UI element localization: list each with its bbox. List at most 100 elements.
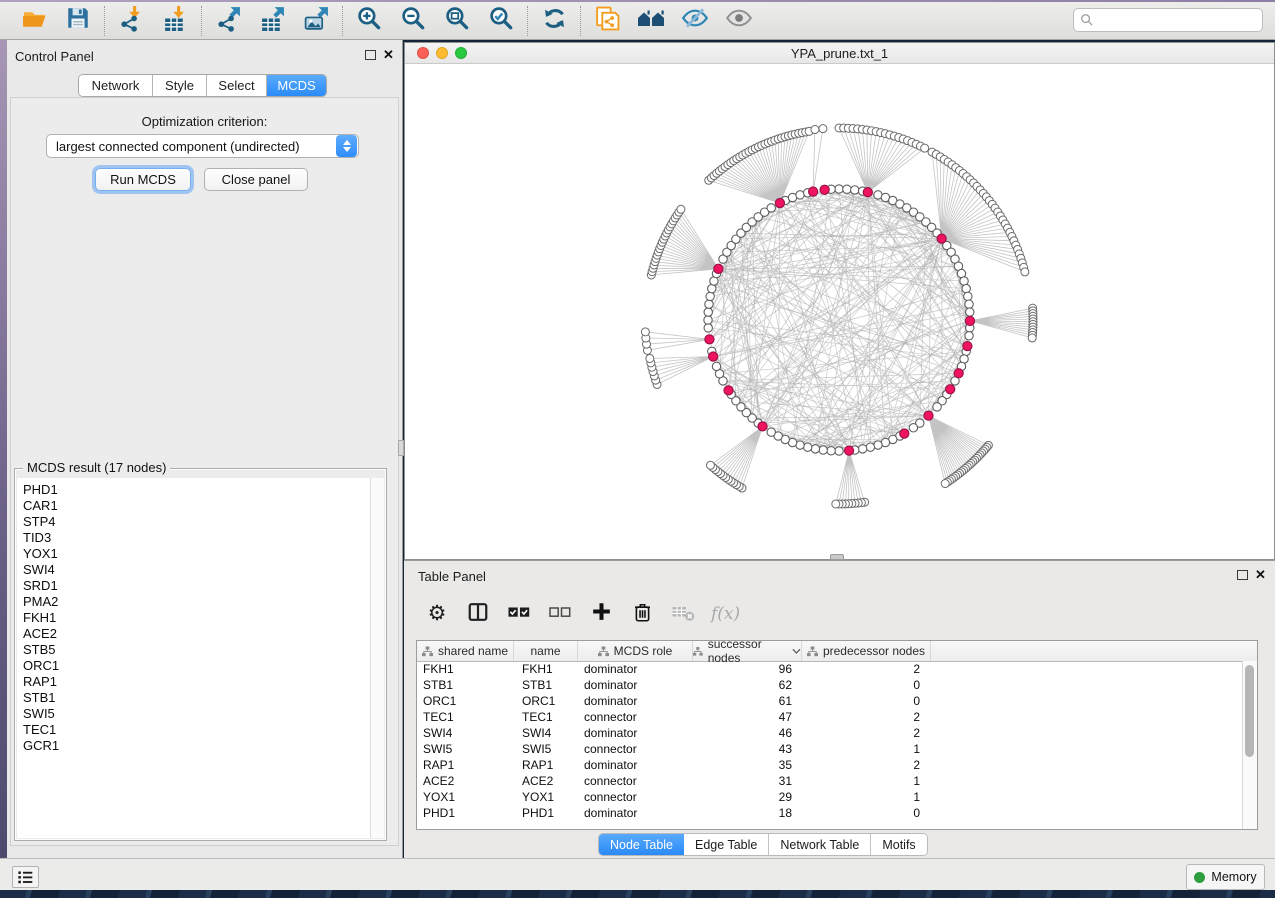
mcds-node-item[interactable]: RAP1 (23, 674, 370, 690)
mcds-node-item[interactable]: CAR1 (23, 498, 370, 514)
table-row[interactable]: ACE2ACE2connector311 (417, 773, 1242, 789)
mcds-result-list[interactable]: PHD1CAR1STP4TID3YOX1SWI4SRD1PMA2FKH1ACE2… (17, 478, 370, 838)
dominator-node[interactable] (724, 386, 733, 395)
mcds-node-item[interactable]: FKH1 (23, 610, 370, 626)
close-panel-button[interactable]: Close panel (204, 168, 308, 191)
mcds-node-item[interactable]: STB1 (23, 690, 370, 706)
dominator-node[interactable] (946, 385, 955, 394)
table-row[interactable]: ORC1ORC1dominator610 (417, 693, 1242, 709)
hide-selected-button[interactable] (681, 7, 709, 35)
table-row[interactable]: RAP1RAP1dominator352 (417, 757, 1242, 773)
criterion-dropdown[interactable]: largest connected component (undirected) (46, 134, 359, 158)
export-network-button[interactable] (214, 7, 242, 35)
mcds-node-item[interactable]: PMA2 (23, 594, 370, 610)
save-session-button[interactable] (64, 7, 92, 35)
mcds-node-item[interactable]: SWI4 (23, 562, 370, 578)
dominator-node[interactable] (705, 335, 714, 344)
table-row[interactable]: TEC1TEC1connector472 (417, 709, 1242, 725)
window-minimize-light[interactable] (436, 47, 448, 59)
open-session-button[interactable] (20, 7, 48, 35)
mcds-list-scrollbar[interactable] (370, 478, 384, 838)
mcds-node-item[interactable]: STP4 (23, 514, 370, 530)
mcds-node-item[interactable]: ACE2 (23, 626, 370, 642)
dominator-node[interactable] (714, 264, 723, 273)
dominator-node[interactable] (963, 342, 972, 351)
zoom-out-button[interactable] (399, 7, 427, 35)
show-all-button[interactable] (725, 7, 753, 35)
zoom-selected-button[interactable] (487, 7, 515, 35)
mcds-node-item[interactable]: PHD1 (23, 482, 370, 498)
export-table-button[interactable] (258, 7, 286, 35)
tab-network[interactable]: Network (79, 75, 153, 96)
network-graph-canvas[interactable] (405, 63, 1274, 559)
dominator-node[interactable] (900, 429, 909, 438)
run-mcds-button[interactable]: Run MCDS (95, 168, 191, 191)
close-panel-icon[interactable]: ✕ (383, 50, 394, 60)
export-image-button[interactable] (302, 7, 330, 35)
tab-style[interactable]: Style (153, 75, 207, 96)
deselect-all-button[interactable] (547, 601, 573, 627)
table-row[interactable]: FKH1FKH1dominator962 (417, 661, 1242, 677)
mcds-node-item[interactable]: TID3 (23, 530, 370, 546)
import-table-button[interactable] (161, 7, 189, 35)
split-columns-button[interactable] (465, 601, 491, 627)
table-row[interactable]: YOX1YOX1connector291 (417, 789, 1242, 805)
tab-motifs[interactable]: Motifs (871, 834, 926, 855)
mcds-node-item[interactable]: SRD1 (23, 578, 370, 594)
dominator-node[interactable] (820, 185, 829, 194)
float-panel-icon[interactable] (365, 50, 376, 60)
dominator-node[interactable] (758, 422, 767, 431)
network-window-titlebar[interactable]: YPA_prune.txt_1 (405, 43, 1274, 64)
zoom-fit-button[interactable] (443, 7, 471, 35)
column-header-successor-nodes[interactable]: successor nodes (693, 641, 802, 661)
window-maximize-light[interactable] (455, 47, 467, 59)
dominator-node[interactable] (924, 411, 933, 420)
select-all-button[interactable] (506, 601, 532, 627)
dominator-node[interactable] (863, 188, 872, 197)
dominator-node[interactable] (709, 352, 718, 361)
first-neighbors-button[interactable] (637, 7, 665, 35)
table-row[interactable]: SWI5SWI5connector431 (417, 741, 1242, 757)
tab-node-table[interactable]: Node Table (599, 834, 684, 855)
dominator-node[interactable] (775, 198, 784, 207)
memory-button[interactable]: Memory (1186, 864, 1265, 890)
clone-network-button[interactable] (593, 7, 621, 35)
table-float-icon[interactable] (1237, 570, 1248, 580)
column-header-name[interactable]: name (514, 641, 578, 661)
dominator-node[interactable] (809, 187, 818, 196)
mcds-node-item[interactable]: STB5 (23, 642, 370, 658)
import-network-button[interactable] (117, 7, 145, 35)
hierarchy-icon (422, 646, 433, 657)
mcds-node-item[interactable]: SWI5 (23, 706, 370, 722)
table-scrollbar[interactable] (1242, 661, 1257, 829)
tab-network-table[interactable]: Network Table (769, 834, 871, 855)
delete-row-button[interactable] (629, 601, 655, 627)
zoom-in-button[interactable] (355, 7, 383, 35)
table-row[interactable]: PHD1PHD1dominator180 (417, 805, 1242, 821)
tab-edge-table[interactable]: Edge Table (684, 834, 769, 855)
search-field[interactable] (1073, 8, 1263, 32)
table-scrollbar-thumb[interactable] (1245, 665, 1254, 757)
mcds-node-item[interactable]: YOX1 (23, 546, 370, 562)
mcds-node-item[interactable]: ORC1 (23, 658, 370, 674)
table-row[interactable]: STB1STB1dominator620 (417, 677, 1242, 693)
refresh-button[interactable] (540, 7, 568, 35)
column-header-shared-name[interactable]: shared name (417, 641, 514, 661)
search-input[interactable] (1098, 10, 1262, 30)
dominator-node[interactable] (954, 369, 963, 378)
settings-gear-button[interactable]: ⚙ (424, 601, 450, 627)
dominator-node[interactable] (965, 316, 974, 325)
tab-mcds[interactable]: MCDS (267, 75, 326, 96)
column-header-MCDS-role[interactable]: MCDS role (578, 641, 693, 661)
task-history-button[interactable] (12, 866, 39, 888)
table-row[interactable]: SWI4SWI4dominator462 (417, 725, 1242, 741)
dominator-node[interactable] (844, 446, 853, 455)
add-row-button[interactable] (588, 601, 614, 627)
mcds-node-item[interactable]: TEC1 (23, 722, 370, 738)
column-header-predecessor-nodes[interactable]: predecessor nodes (802, 641, 931, 661)
tab-select[interactable]: Select (207, 75, 267, 96)
window-close-light[interactable] (417, 47, 429, 59)
dominator-node[interactable] (937, 234, 946, 243)
mcds-node-item[interactable]: GCR1 (23, 738, 370, 754)
table-close-icon[interactable]: ✕ (1255, 570, 1266, 580)
